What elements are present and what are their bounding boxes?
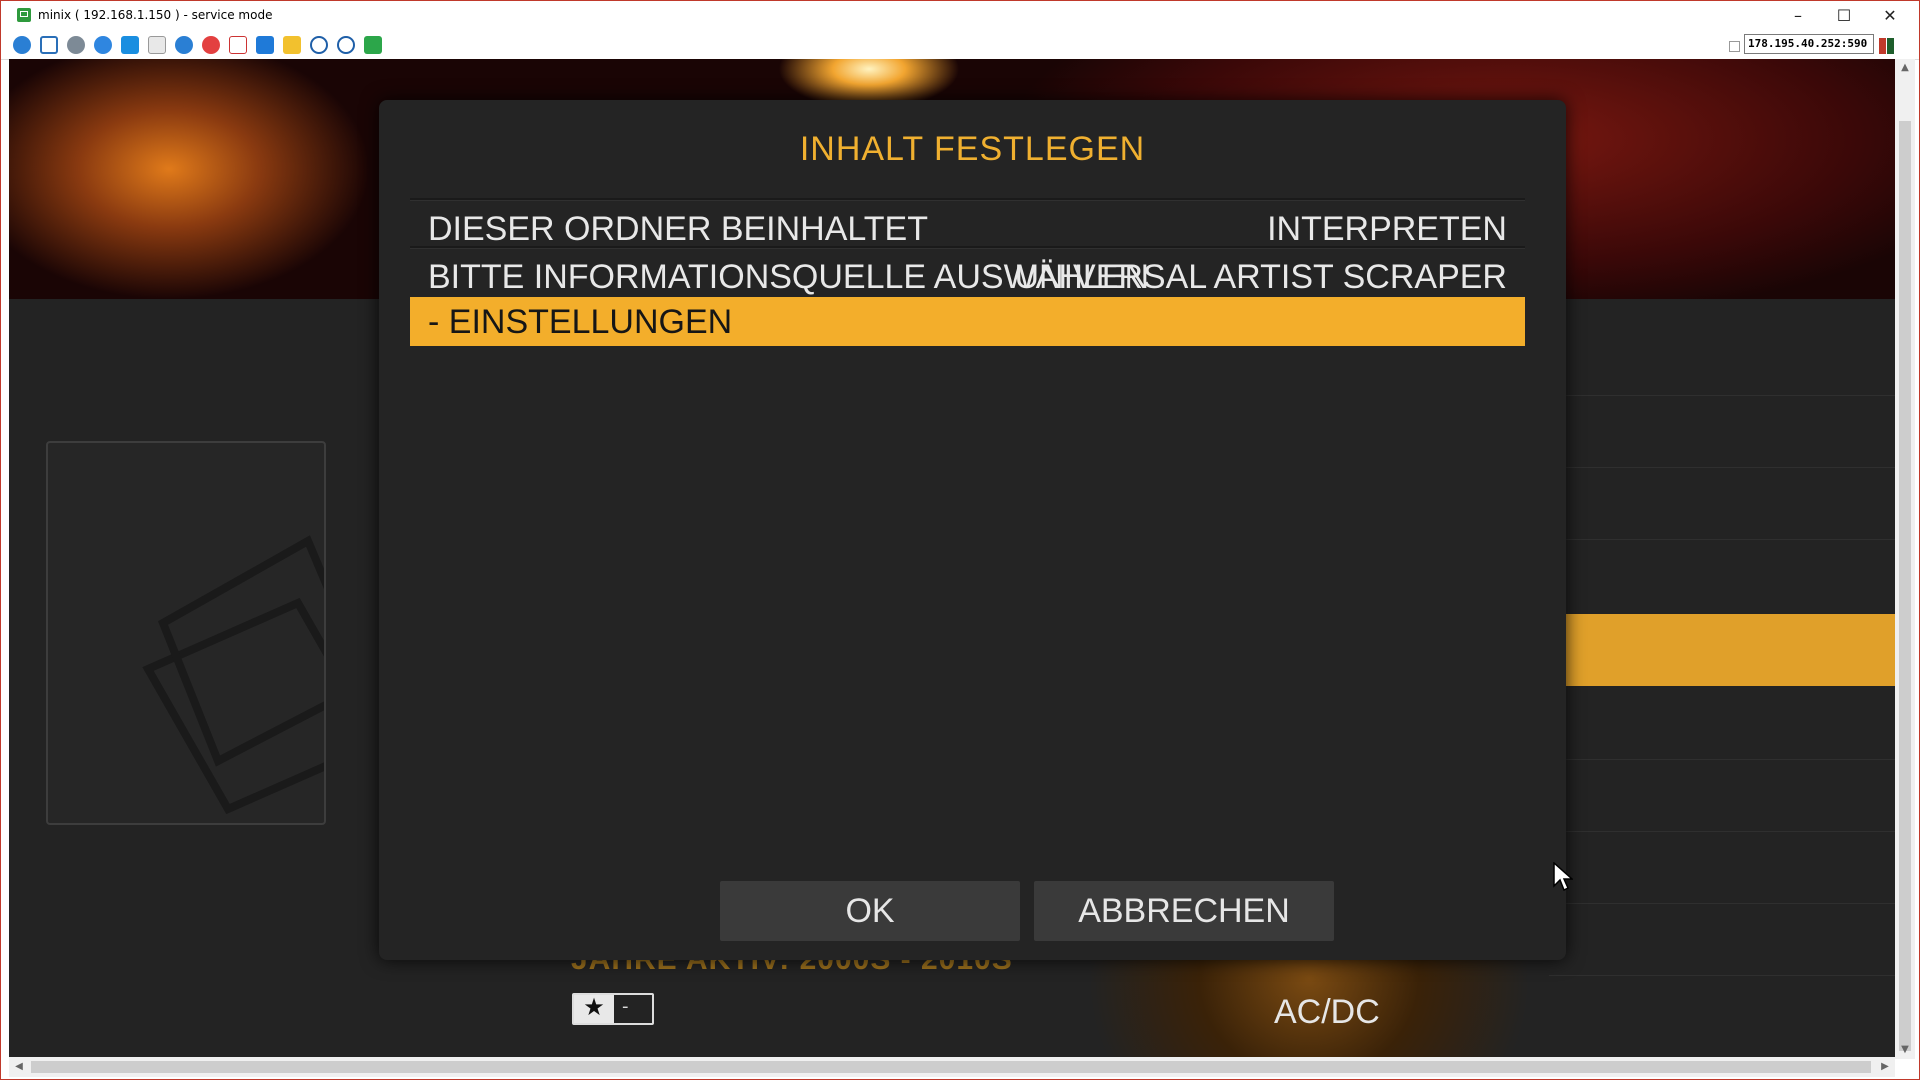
close-button[interactable]: ✕ [1867,1,1913,31]
minimize-button[interactable]: – [1775,1,1821,31]
content-type-value: INTERPRETEN [1267,210,1507,248]
list-divider [1549,903,1895,904]
clipboard-icon[interactable] [229,36,247,54]
placeholder-picture-icon [142,535,324,815]
monitor-icon[interactable] [256,36,274,54]
scroll-right-arrow-icon[interactable]: ▶ [1875,1057,1895,1077]
info-icon[interactable] [175,36,193,54]
file-transfer-icon[interactable] [148,36,166,54]
artist-thumbnail [46,441,326,825]
scroll-down-arrow-icon[interactable]: ▼ [1895,1041,1915,1059]
status-indicator-red [1879,38,1886,54]
reconnect-icon[interactable] [94,36,112,54]
window-title: minix ( 192.168.1.150 ) - service mode [38,8,273,22]
list-item-selected[interactable] [1557,614,1895,686]
toolbar [1,31,1919,60]
scroll-left-arrow-icon[interactable]: ◀ [9,1057,29,1077]
list-divider [1549,831,1895,832]
maximize-button[interactable]: ☐ [1821,1,1867,31]
cancel-button[interactable]: ABBRECHEN [1034,881,1334,941]
ok-button[interactable]: OK [720,881,1020,941]
remote-screen[interactable]: JAHRE AKTIV: 2000S - 2010S ★ - AC/DC INH… [9,59,1895,1057]
settings-label: - EINSTELLUNGEN [428,303,733,341]
folder-icon[interactable] [283,36,301,54]
dialog-title: INHALT FESTLEGEN [799,130,1146,168]
star-icon: ★ [583,993,605,1021]
chat-icon[interactable] [364,36,382,54]
screenshot-icon[interactable] [310,36,328,54]
app-icon [17,8,31,22]
set-content-dialog: INHALT FESTLEGEN DIESER ORDNER BEINHALTE… [379,100,1566,960]
settings-icon[interactable] [67,36,85,54]
artist-name: AC/DC [1274,993,1380,1031]
rating-value: - [622,996,629,1017]
scraper-value: UNIVERSAL ARTIST SCRAPER [1014,258,1507,296]
target-icon[interactable] [337,36,355,54]
list-divider [1549,539,1895,540]
mouse-cursor-icon [1553,862,1573,892]
list-divider [1549,467,1895,468]
content-type-label: DIESER ORDNER BEINHALTET [428,210,929,248]
list-divider [1549,395,1895,396]
status-indicator-green [1887,38,1894,54]
title-bar[interactable]: minix ( 192.168.1.150 ) - service mode –… [1,1,1919,31]
address-lock-icon [1729,41,1740,52]
refresh-connection-icon[interactable] [13,36,31,54]
address-field[interactable]: 178.195.40.252:590 [1744,34,1874,54]
rating-badge: ★ - [572,993,654,1025]
scroll-up-arrow-icon[interactable]: ▲ [1895,59,1915,77]
fullscreen-icon[interactable] [40,36,58,54]
disconnect-icon[interactable] [202,36,220,54]
vertical-scrollbar-thumb[interactable] [1899,121,1911,1051]
horizontal-scrollbar-thumb[interactable] [31,1061,1871,1073]
rating-star-box: ★ [574,993,614,1023]
settings-row[interactable]: - EINSTELLUNGEN [410,297,1525,346]
list-divider [1549,759,1895,760]
windows-icon[interactable] [121,36,139,54]
remote-desktop-window: minix ( 192.168.1.150 ) - service mode –… [0,0,1920,1080]
list-divider [1549,975,1895,976]
